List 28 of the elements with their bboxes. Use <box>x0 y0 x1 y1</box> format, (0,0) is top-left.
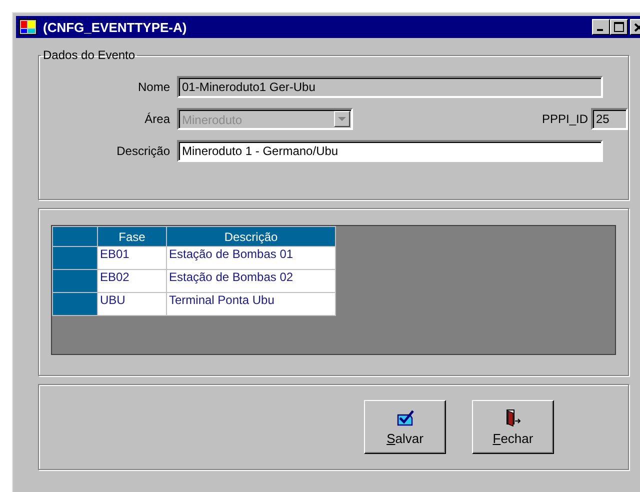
window-title: (CNFG_EVENTTYPE-A) <box>43 20 188 34</box>
table-cell: Estação de Bombas 02 <box>166 270 336 292</box>
text-field[interactable]: 25 <box>591 108 628 130</box>
row-header[interactable] <box>52 246 98 270</box>
save-button[interactable]: Salvar <box>364 400 446 454</box>
field-label: Descrição <box>116 144 171 158</box>
maximize-icon[interactable] <box>610 19 628 35</box>
field-label: Área <box>144 112 171 126</box>
column-header[interactable]: Descrição <box>166 226 336 246</box>
table-cell: EB01 <box>98 246 166 270</box>
door-exit-icon <box>504 408 522 426</box>
minimize-icon[interactable] <box>592 19 610 35</box>
close-button[interactable]: Fechar <box>472 400 554 454</box>
checkmark-tray-icon <box>395 408 415 426</box>
text-field[interactable]: Mineroduto 1 - Germano/Ubu <box>177 140 603 162</box>
table-cell: Terminal Ponta Ubu <box>166 292 336 316</box>
row-header[interactable] <box>52 292 98 316</box>
row-header[interactable] <box>52 270 98 292</box>
row-header <box>52 226 98 246</box>
field-label: PPPI_ID <box>542 112 589 126</box>
table-cell: UBU <box>98 292 166 316</box>
group-legend: Dados do Evento <box>41 48 138 62</box>
table-cell: EB02 <box>98 270 166 292</box>
table-cell: Estação de Bombas 01 <box>166 246 336 270</box>
text-field[interactable]: 01-Mineroduto1 Ger-Ubu <box>177 76 603 98</box>
field-label: Nome <box>136 80 171 94</box>
app-icon <box>19 19 37 35</box>
column-header[interactable]: Fase <box>98 226 166 246</box>
